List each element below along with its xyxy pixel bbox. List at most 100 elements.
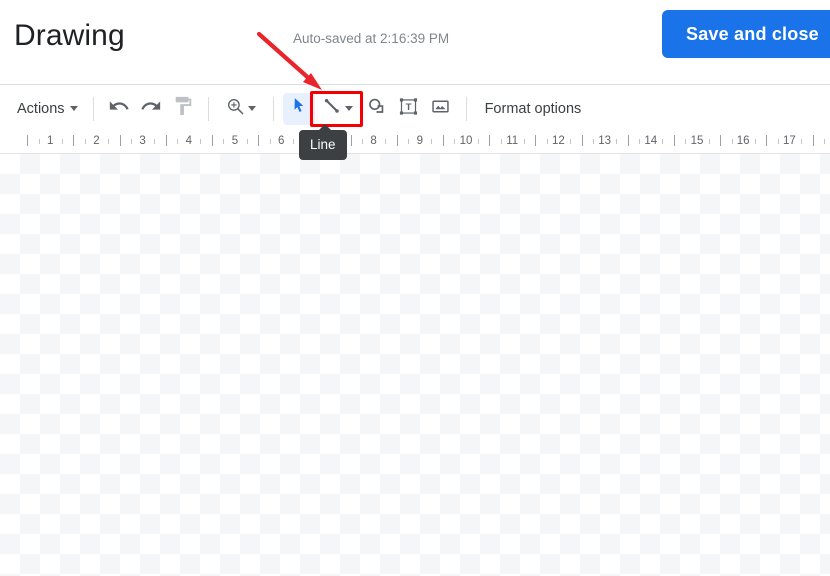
ruler-number: 1: [46, 135, 54, 147]
ruler-tick-minor: [131, 139, 133, 144]
ruler-number: 8: [370, 135, 377, 147]
chevron-down-icon[interactable]: [345, 106, 354, 111]
ruler-tick-minor: [177, 139, 179, 144]
ruler-tick-minor: [500, 139, 502, 144]
ruler-number: 12: [551, 135, 565, 147]
ruler-tick-minor: [593, 139, 595, 144]
toolbar-divider: [92, 96, 94, 121]
ruler-tick-minor: [477, 139, 479, 144]
chevron-down-icon: [69, 106, 78, 111]
ruler-tick-major: [350, 135, 352, 146]
cursor-arrow-icon: [289, 96, 309, 121]
text-box-icon: T: [398, 96, 419, 122]
ruler-number: 11: [506, 135, 519, 147]
ruler-tick-minor: [731, 139, 733, 144]
save-and-close-button[interactable]: Save and close: [662, 10, 830, 58]
drawing-editor-window: Drawing Auto-saved at 2:16:39 PM Save an…: [0, 0, 830, 576]
ruler-tick-minor: [431, 139, 433, 144]
ruler-number: 5: [231, 135, 239, 147]
ruler-tick-major: [258, 135, 260, 146]
toolbar-divider: [272, 96, 274, 121]
toolbar-divider: [207, 96, 209, 121]
ruler-tick-major: [119, 135, 121, 146]
ruler-tick-minor: [223, 139, 225, 144]
editor-header: Drawing Auto-saved at 2:16:39 PM Save an…: [0, 0, 830, 85]
drawing-toolbar: Actions T Format options: [0, 86, 830, 131]
ruler-number: 10: [459, 135, 473, 147]
actions-menu-button[interactable]: Actions: [11, 93, 84, 125]
actions-menu-label: Actions: [17, 100, 65, 117]
ruler-number: 13: [598, 135, 611, 147]
ruler-tick-major: [720, 135, 722, 146]
ruler-tick-minor: [546, 139, 548, 144]
zoom-in-icon: [226, 97, 245, 121]
ruler-number: 2: [93, 135, 100, 147]
ruler-tick-minor: [200, 139, 202, 144]
redo-button[interactable]: [135, 93, 167, 125]
ruler-tick-major: [535, 135, 537, 146]
ruler-tick-minor: [639, 139, 641, 144]
ruler-tick-minor: [385, 139, 387, 144]
ruler-tick-major: [211, 135, 213, 146]
ruler-number: 15: [690, 135, 704, 147]
ruler-number: 3: [139, 135, 146, 147]
ruler-tick-minor: [824, 139, 826, 144]
horizontal-ruler[interactable]: 123456789101112131415161718: [0, 131, 830, 154]
shape-tool[interactable]: [361, 93, 393, 125]
drawing-canvas[interactable]: [0, 154, 830, 576]
shape-icon: [366, 96, 387, 122]
paint-format-button[interactable]: [167, 93, 199, 125]
ruler-tick-major: [442, 135, 444, 146]
ruler-tick-minor: [246, 139, 248, 144]
ruler-tick-major: [165, 135, 167, 146]
redo-icon: [140, 95, 162, 122]
ruler-number: 4: [185, 135, 192, 147]
ruler-number: 14: [644, 135, 658, 147]
ruler-tick-major: [73, 135, 75, 146]
chevron-down-icon: [247, 106, 256, 111]
line-tool[interactable]: [315, 93, 361, 125]
select-tool[interactable]: [282, 92, 315, 125]
ruler-tick-major: [673, 135, 675, 146]
ruler-tick-minor: [708, 139, 710, 144]
format-options-button[interactable]: Format options: [479, 93, 588, 125]
ruler-ticks: 123456789101112131415161718: [0, 131, 830, 153]
image-icon: [430, 96, 451, 122]
ruler-tick-major: [581, 135, 583, 146]
ruler-tick-minor: [777, 139, 779, 144]
ruler-number: 16: [736, 135, 750, 147]
ruler-tick-minor: [84, 139, 86, 144]
undo-icon: [108, 95, 130, 122]
ruler-tick-minor: [61, 139, 63, 144]
ruler-tick-minor: [800, 139, 802, 144]
page-title: Drawing: [14, 19, 125, 52]
line-tooltip: Line: [299, 124, 347, 160]
ruler-tick-major: [812, 135, 814, 146]
ruler-tick-minor: [292, 139, 294, 144]
ruler-tick-major: [489, 135, 491, 146]
text-box-tool[interactable]: T: [393, 93, 425, 125]
image-tool[interactable]: [425, 93, 457, 125]
zoom-button[interactable]: [218, 93, 264, 125]
ruler-number: 9: [416, 135, 423, 147]
ruler-tick-major: [627, 135, 629, 146]
ruler-tick-major: [396, 135, 398, 146]
ruler-tick-minor: [269, 139, 271, 144]
ruler-number: 6: [277, 135, 285, 147]
undo-button[interactable]: [103, 93, 135, 125]
ruler-tick-minor: [616, 139, 618, 144]
line-icon: [322, 96, 342, 121]
ruler-tick-minor: [685, 139, 687, 144]
ruler-tick-minor: [523, 139, 525, 144]
ruler-tick-minor: [107, 139, 109, 144]
ruler-tick-minor: [662, 139, 664, 144]
ruler-tick-minor: [569, 139, 571, 144]
ruler-number: 17: [782, 135, 796, 147]
ruler-tick-minor: [38, 139, 40, 144]
ruler-tick-minor: [154, 139, 156, 144]
ruler-tick-minor: [454, 139, 456, 144]
paint-format-icon: [172, 95, 194, 122]
ruler-tick-minor: [754, 139, 756, 144]
toolbar-divider: [465, 96, 467, 121]
ruler-tick-minor: [408, 139, 410, 144]
